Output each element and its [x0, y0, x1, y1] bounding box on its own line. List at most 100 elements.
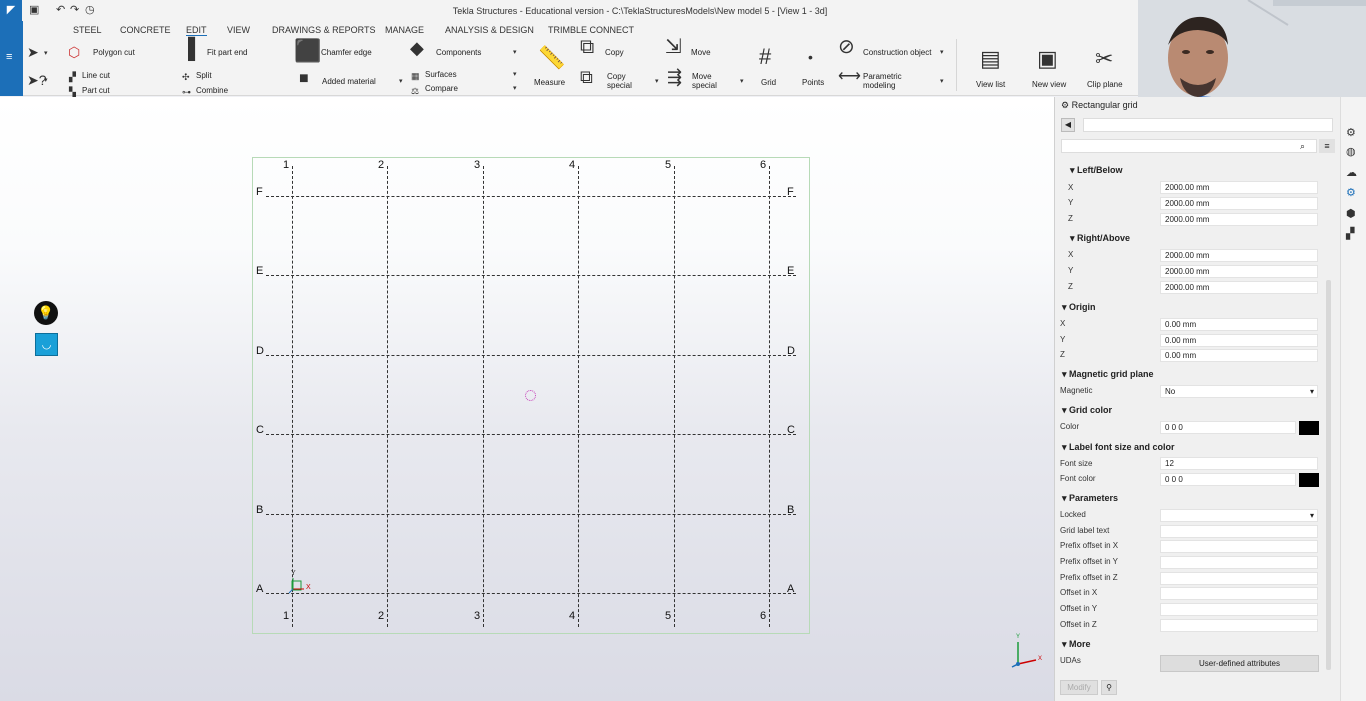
- tab-analysis-design[interactable]: ANALYSIS & DESIGN: [445, 25, 534, 35]
- move-button[interactable]: Move: [691, 48, 711, 57]
- user-defined-attributes-button[interactable]: User-defined attributes: [1160, 655, 1319, 672]
- parametric-modeling-button[interactable]: Parametric modeling: [863, 72, 902, 90]
- cube-icon[interactable]: ⬢: [1346, 207, 1356, 220]
- chevron-down-icon[interactable]: ▾: [940, 77, 944, 85]
- locked-select[interactable]: ▾: [1160, 509, 1318, 522]
- tab-concrete[interactable]: CONCRETE: [120, 25, 171, 35]
- tab-view[interactable]: VIEW: [227, 25, 250, 35]
- model-view-3d[interactable]: 1 2 3 4 5 6 1 2 3 4 5 6 F E D C B A F E …: [0, 97, 1054, 701]
- grid-color-swatch[interactable]: [1299, 421, 1319, 435]
- section-right-above[interactable]: ▾ Right/Above: [1070, 233, 1130, 244]
- clip-plane-button[interactable]: Clip plane: [1087, 80, 1123, 89]
- font-color-field[interactable]: 0 0 0: [1160, 473, 1296, 486]
- cloud-icon[interactable]: ☁: [1346, 166, 1357, 179]
- chevron-down-icon[interactable]: ▾: [513, 84, 517, 92]
- view-navigation-icon[interactable]: ◡: [35, 333, 58, 356]
- modify-button[interactable]: Modify: [1060, 680, 1098, 695]
- construction-object-icon: ⊘: [838, 36, 855, 58]
- left-below-y-field[interactable]: 2000.00 mm: [1160, 197, 1318, 210]
- grid-button[interactable]: Grid: [761, 78, 776, 87]
- chevron-down-icon[interactable]: ▾: [44, 76, 48, 84]
- view-list-button[interactable]: View list: [976, 80, 1005, 89]
- chamfer-edge-button[interactable]: Chamfer edge: [321, 48, 372, 57]
- section-magnetic-grid-plane[interactable]: ▾ Magnetic grid plane: [1062, 369, 1154, 380]
- left-below-x-field[interactable]: 2000.00 mm: [1160, 181, 1318, 194]
- polygon-cut-button[interactable]: Polygon cut: [93, 48, 135, 57]
- fit-part-end-button[interactable]: Fit part end: [207, 48, 247, 57]
- font-size-field[interactable]: 12: [1160, 457, 1318, 470]
- added-material-button[interactable]: Added material: [322, 77, 376, 86]
- tips-bulb-icon[interactable]: 💡: [34, 301, 58, 325]
- chevron-down-icon[interactable]: ▾: [513, 48, 517, 56]
- section-label-font[interactable]: ▾ Label font size and color: [1062, 442, 1175, 453]
- construction-object-button[interactable]: Construction object: [863, 48, 931, 57]
- copy-special-button[interactable]: Copy special: [607, 72, 632, 90]
- right-above-y-field[interactable]: 2000.00 mm: [1160, 265, 1318, 278]
- offset-x-field[interactable]: [1160, 587, 1318, 600]
- section-origin[interactable]: ▾ Origin: [1062, 302, 1096, 313]
- font-color-swatch[interactable]: [1299, 473, 1319, 487]
- section-left-below[interactable]: ▾ Left/Below: [1070, 165, 1123, 176]
- properties-name-field[interactable]: [1083, 118, 1333, 132]
- select-arrow-icon[interactable]: ➤: [27, 45, 39, 59]
- parametric-modeling-icon: ⟷: [838, 68, 861, 85]
- combine-button[interactable]: Combine: [196, 86, 228, 95]
- split-button[interactable]: Split: [196, 71, 212, 80]
- offset-z-field[interactable]: [1160, 619, 1318, 632]
- grid-color-field[interactable]: 0 0 0: [1160, 421, 1296, 434]
- chevron-down-icon[interactable]: ▾: [940, 48, 944, 56]
- new-view-button[interactable]: New view: [1032, 80, 1066, 89]
- compare-button[interactable]: Compare: [425, 84, 458, 93]
- pin-icon[interactable]: ⚲: [1101, 680, 1117, 695]
- tab-steel[interactable]: STEEL: [73, 25, 102, 35]
- chevron-down-icon[interactable]: ▾: [740, 77, 744, 85]
- panel-menu-icon[interactable]: ≡: [1319, 139, 1335, 153]
- move-special-icon: ⇶: [667, 67, 683, 87]
- grid-label-text-field[interactable]: [1160, 525, 1318, 538]
- tab-manage[interactable]: MANAGE: [385, 25, 424, 35]
- settings-icon[interactable]: ⚙: [1346, 126, 1356, 139]
- chevron-down-icon[interactable]: ▾: [513, 70, 517, 78]
- right-above-x-field[interactable]: 2000.00 mm: [1160, 249, 1318, 262]
- chevron-down-icon[interactable]: ▾: [44, 49, 48, 57]
- prefix-offset-z-field[interactable]: [1160, 572, 1318, 585]
- copy-button[interactable]: Copy: [605, 48, 624, 57]
- prefix-offset-x-field[interactable]: [1160, 540, 1318, 553]
- copy-special-icon: ⧉: [580, 67, 593, 87]
- prefix-offset-y-field[interactable]: [1160, 556, 1318, 569]
- section-more[interactable]: ▾ More: [1062, 639, 1091, 650]
- move-icon: ⇲: [665, 36, 682, 58]
- chevron-down-icon[interactable]: ▾: [399, 77, 403, 85]
- catalog-icon[interactable]: ▞: [1346, 227, 1354, 240]
- right-above-z-field[interactable]: 2000.00 mm: [1160, 281, 1318, 294]
- left-below-z-field[interactable]: 2000.00 mm: [1160, 213, 1318, 226]
- surfaces-button[interactable]: Surfaces: [425, 70, 457, 79]
- globe-icon[interactable]: ◍: [1346, 145, 1356, 158]
- points-button[interactable]: Points: [802, 78, 824, 87]
- grid-label-left: A: [256, 583, 264, 595]
- line-cut-button[interactable]: Line cut: [82, 71, 110, 80]
- tab-drawings-reports[interactable]: DRAWINGS & REPORTS: [272, 25, 376, 35]
- tab-edit[interactable]: EDIT: [186, 25, 207, 36]
- origin-x-field[interactable]: 0.00 mm: [1160, 318, 1318, 331]
- menu-icon[interactable]: ≡: [6, 51, 12, 63]
- origin-y-field[interactable]: 0.00 mm: [1160, 334, 1318, 347]
- section-parameters[interactable]: ▾ Parameters: [1062, 493, 1118, 504]
- properties-gear-icon[interactable]: ⚙: [1346, 186, 1356, 199]
- measure-button[interactable]: Measure: [534, 78, 565, 87]
- move-special-button[interactable]: Move special: [692, 72, 717, 90]
- grid-label-right: B: [787, 504, 795, 516]
- components-button[interactable]: Components: [436, 48, 481, 57]
- tab-trimble-connect[interactable]: TRIMBLE CONNECT: [548, 25, 634, 35]
- offset-y-field[interactable]: [1160, 603, 1318, 616]
- magnetic-select[interactable]: No ▾: [1160, 385, 1318, 398]
- chevron-down-icon[interactable]: ▾: [655, 77, 659, 85]
- search-input[interactable]: [1061, 139, 1317, 153]
- components-icon: ◆: [410, 38, 424, 58]
- origin-z-field[interactable]: 0.00 mm: [1160, 349, 1318, 362]
- back-arrow-icon[interactable]: ◀: [1061, 118, 1075, 132]
- panel-scrollbar[interactable]: [1326, 280, 1331, 670]
- part-cut-button[interactable]: Part cut: [82, 86, 110, 95]
- search-icon[interactable]: ⌕: [1300, 141, 1305, 152]
- section-grid-color[interactable]: ▾ Grid color: [1062, 405, 1112, 416]
